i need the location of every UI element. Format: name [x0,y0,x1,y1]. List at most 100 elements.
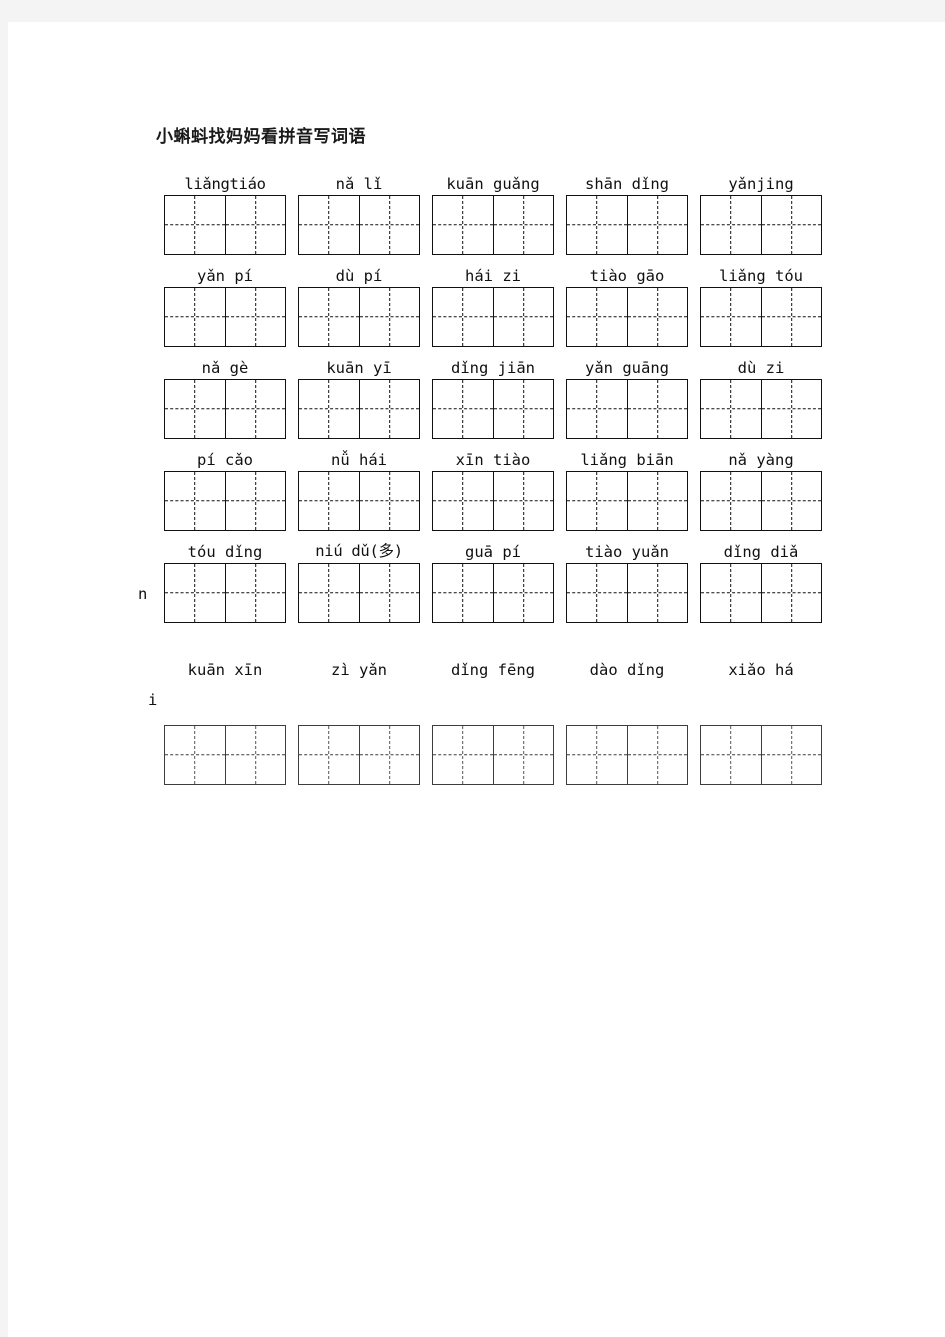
writing-cell[interactable] [627,726,687,784]
tian-zi-ge-box[interactable] [164,195,286,255]
writing-cell[interactable] [493,564,553,622]
grid-slot[interactable] [560,471,694,531]
writing-cell[interactable] [165,196,225,254]
writing-cell[interactable] [701,196,761,254]
writing-cell[interactable] [627,380,687,438]
writing-cell[interactable] [165,564,225,622]
grid-slot[interactable] [560,563,694,623]
grid-slot[interactable] [426,471,560,531]
tian-zi-ge-box[interactable] [432,379,554,439]
writing-cell[interactable] [359,196,419,254]
writing-cell[interactable] [761,196,821,254]
grid-slot[interactable] [158,563,292,623]
tian-zi-ge-box[interactable] [432,287,554,347]
tian-zi-ge-box[interactable] [700,471,822,531]
writing-cell[interactable] [225,288,285,346]
tian-zi-ge-box[interactable] [164,471,286,531]
writing-cell[interactable] [493,380,553,438]
writing-cell[interactable] [761,380,821,438]
writing-cell[interactable] [567,564,627,622]
grid-slot[interactable] [560,379,694,439]
writing-cell[interactable] [567,196,627,254]
writing-cell[interactable] [433,472,493,530]
writing-cell[interactable] [433,564,493,622]
grid-slot[interactable] [426,287,560,347]
writing-cell[interactable] [701,472,761,530]
grid-slot[interactable] [694,379,828,439]
grid-slot[interactable] [292,725,426,785]
writing-cell[interactable] [701,726,761,784]
grid-slot[interactable] [158,725,292,785]
writing-cell[interactable] [627,196,687,254]
tian-zi-ge-box[interactable] [566,195,688,255]
tian-zi-ge-box[interactable] [700,287,822,347]
writing-cell[interactable] [567,288,627,346]
writing-cell[interactable] [225,196,285,254]
writing-cell[interactable] [225,472,285,530]
writing-cell[interactable] [165,380,225,438]
writing-cell[interactable] [493,288,553,346]
grid-slot[interactable] [426,195,560,255]
tian-zi-ge-box[interactable] [164,379,286,439]
writing-cell[interactable] [299,564,359,622]
grid-slot[interactable] [158,195,292,255]
writing-cell[interactable] [567,380,627,438]
writing-cell[interactable] [165,726,225,784]
writing-cell[interactable] [493,726,553,784]
writing-cell[interactable] [627,288,687,346]
writing-cell[interactable] [165,288,225,346]
tian-zi-ge-box[interactable] [566,379,688,439]
writing-cell[interactable] [165,472,225,530]
writing-cell[interactable] [433,726,493,784]
writing-cell[interactable] [701,564,761,622]
tian-zi-ge-box[interactable] [164,563,286,623]
tian-zi-ge-box[interactable] [298,379,420,439]
grid-slot[interactable] [694,563,828,623]
writing-cell[interactable] [701,288,761,346]
tian-zi-ge-box[interactable] [566,563,688,623]
tian-zi-ge-box[interactable] [566,725,688,785]
writing-cell[interactable] [433,196,493,254]
writing-cell[interactable] [299,726,359,784]
writing-cell[interactable] [433,288,493,346]
tian-zi-ge-box[interactable] [432,195,554,255]
writing-cell[interactable] [627,472,687,530]
tian-zi-ge-box[interactable] [432,471,554,531]
grid-slot[interactable] [560,195,694,255]
tian-zi-ge-box[interactable] [700,379,822,439]
writing-cell[interactable] [225,726,285,784]
writing-cell[interactable] [359,472,419,530]
writing-cell[interactable] [299,380,359,438]
writing-cell[interactable] [225,380,285,438]
grid-slot[interactable] [292,471,426,531]
writing-cell[interactable] [359,564,419,622]
tian-zi-ge-box[interactable] [700,563,822,623]
writing-cell[interactable] [567,472,627,530]
tian-zi-ge-box[interactable] [164,725,286,785]
tian-zi-ge-box[interactable] [432,563,554,623]
grid-slot[interactable] [426,725,560,785]
grid-slot[interactable] [292,563,426,623]
grid-slot[interactable] [426,379,560,439]
tian-zi-ge-box[interactable] [298,725,420,785]
tian-zi-ge-box[interactable] [164,287,286,347]
tian-zi-ge-box[interactable] [432,725,554,785]
grid-slot[interactable] [560,287,694,347]
writing-cell[interactable] [359,288,419,346]
writing-cell[interactable] [299,196,359,254]
grid-slot[interactable] [426,563,560,623]
writing-cell[interactable] [299,472,359,530]
writing-cell[interactable] [761,726,821,784]
tian-zi-ge-box[interactable] [566,287,688,347]
writing-cell[interactable] [493,472,553,530]
grid-slot[interactable] [694,195,828,255]
writing-cell[interactable] [761,288,821,346]
writing-cell[interactable] [627,564,687,622]
grid-slot[interactable] [292,195,426,255]
tian-zi-ge-box[interactable] [700,195,822,255]
grid-slot[interactable] [158,287,292,347]
writing-cell[interactable] [433,380,493,438]
tian-zi-ge-box[interactable] [298,195,420,255]
writing-cell[interactable] [299,288,359,346]
tian-zi-ge-box[interactable] [298,563,420,623]
